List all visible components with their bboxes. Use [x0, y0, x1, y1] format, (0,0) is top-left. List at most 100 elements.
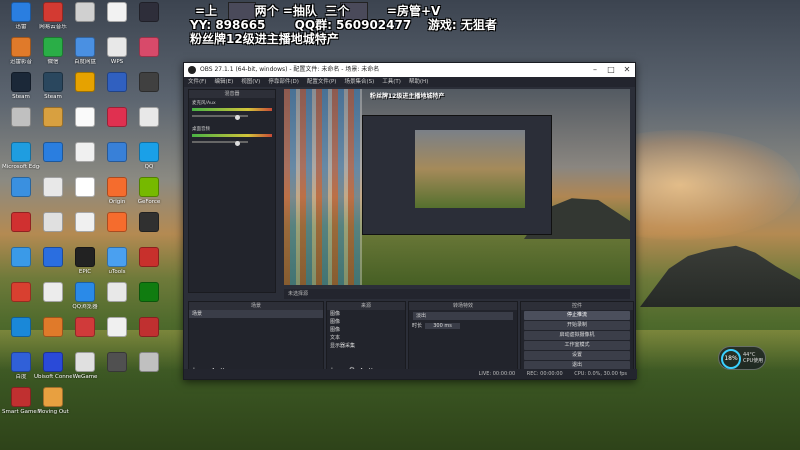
app-icon — [107, 142, 127, 162]
desktop-icon[interactable] — [130, 2, 168, 40]
duration-input[interactable]: 300 ms — [425, 323, 460, 329]
cpu-status: CPU: 0.0%, 30.00 fps — [574, 371, 627, 377]
menu-item[interactable]: 视图(V) — [241, 77, 260, 87]
desktop-icon[interactable]: Moving Out — [34, 387, 72, 425]
desktop-icon[interactable] — [130, 352, 168, 390]
obs-title-text: OBS 27.1.1 (64-bit, windows) - 配置文件: 未命名… — [200, 66, 380, 73]
slider-knob[interactable] — [235, 115, 240, 120]
obs-logo-icon — [188, 66, 196, 74]
mixer-channel[interactable]: 麦克风/Aux — [189, 98, 275, 124]
source-item[interactable]: 图像 — [327, 318, 405, 326]
studio-mode-button[interactable]: 工作室模式 — [524, 341, 630, 350]
transitions-dock: 转场特效 淡出 时长 300 ms — [408, 301, 518, 377]
app-icon — [43, 107, 63, 127]
cpu-widget[interactable]: 18% 44°C CPU使用 — [718, 346, 766, 370]
app-icon — [107, 247, 127, 267]
icon-label: GeForce — [137, 199, 161, 205]
app-icon — [75, 282, 95, 302]
app-icon — [43, 387, 63, 407]
menu-item[interactable]: 场景集合(S) — [344, 77, 374, 87]
app-icon — [107, 282, 127, 302]
desktop-icon[interactable]: GeForce — [130, 177, 168, 215]
start-recording-button[interactable]: 开始录制 — [524, 321, 630, 330]
app-icon — [139, 247, 159, 267]
app-icon — [75, 177, 95, 197]
menu-item[interactable]: 编辑(E) — [214, 77, 233, 87]
audio-mixer: 混音器 麦克风/Aux 桌面音频 — [188, 89, 276, 293]
app-icon — [107, 72, 127, 92]
volume-meter — [192, 108, 272, 111]
slider-knob[interactable] — [235, 141, 240, 146]
menu-item[interactable]: 帮助(H) — [409, 77, 428, 87]
app-icon — [43, 37, 63, 57]
virtual-camera-button[interactable]: 启动虚拟摄像机 — [524, 331, 630, 340]
app-icon — [43, 247, 63, 267]
live-timer: LIVE: 00:00:00 — [478, 371, 516, 377]
app-icon — [11, 212, 31, 232]
scenes-dock-title: 场景 — [189, 302, 323, 310]
menu-item[interactable]: 停靠部件(D) — [268, 77, 299, 87]
volume-meter — [192, 134, 272, 137]
app-icon — [11, 317, 31, 337]
stop-streaming-button[interactable]: 停止推流 — [524, 311, 630, 320]
desktop-icon[interactable] — [130, 317, 168, 355]
obs-titlebar[interactable]: OBS 27.1.1 (64-bit, windows) - 配置文件: 未命名… — [184, 63, 635, 77]
mixer-channel[interactable]: 桌面音频 — [189, 124, 275, 150]
app-icon — [139, 2, 159, 22]
app-icon — [11, 107, 31, 127]
desktop-icon[interactable] — [130, 212, 168, 250]
preview-nested-obs — [362, 115, 552, 235]
no-source-label: 未选择源 — [288, 291, 309, 297]
close-icon[interactable]: ✕ — [619, 63, 635, 77]
app-icon — [43, 177, 63, 197]
source-item[interactable]: 图像 — [327, 326, 405, 334]
transition-select[interactable]: 淡出 — [413, 312, 513, 320]
source-item[interactable]: 文本 — [327, 334, 405, 342]
source-item[interactable]: 图像 — [327, 310, 405, 318]
desktop-icon[interactable] — [130, 107, 168, 145]
settings-button[interactable]: 设置 — [524, 351, 630, 360]
stream-preview[interactable]: 粉丝牌12级进主播地城特产 — [284, 89, 630, 285]
desktop-icon[interactable] — [130, 282, 168, 320]
source-toolbar: 未选择源 — [284, 289, 630, 299]
scene-item[interactable]: 场景 — [189, 310, 323, 318]
scenes-dock: 场景 场景 +−∧∨ — [188, 301, 324, 377]
desktop-icon[interactable] — [130, 37, 168, 75]
app-icon — [11, 177, 31, 197]
app-icon — [75, 142, 95, 162]
controls-dock-title: 控件 — [521, 302, 633, 310]
obs-window[interactable]: OBS 27.1.1 (64-bit, windows) - 配置文件: 未命名… — [183, 62, 637, 380]
app-icon — [139, 212, 159, 232]
source-item[interactable]: 显示器采集 — [327, 342, 405, 350]
app-icon — [107, 107, 127, 127]
menu-item[interactable]: 文件(F) — [188, 77, 206, 87]
desktop-icon[interactable] — [130, 72, 168, 110]
desktop-icon[interactable]: QQ — [130, 142, 168, 180]
app-icon — [11, 352, 31, 372]
app-icon — [139, 37, 159, 57]
maximize-icon[interactable]: □ — [603, 63, 619, 77]
app-icon — [107, 317, 127, 337]
desktop-icon[interactable] — [130, 247, 168, 285]
mixer-title: 混音器 — [189, 90, 275, 98]
cpu-percent: 18% — [721, 349, 741, 369]
window-controls: – □ ✕ — [587, 63, 635, 77]
app-icon — [107, 352, 127, 372]
app-icon — [107, 2, 127, 22]
menu-item[interactable]: 工具(T) — [382, 77, 401, 87]
app-icon — [107, 37, 127, 57]
app-icon — [139, 142, 159, 162]
app-icon — [139, 352, 159, 372]
app-icon — [43, 142, 63, 162]
app-icon — [11, 282, 31, 302]
app-icon — [75, 107, 95, 127]
app-icon — [107, 177, 127, 197]
cpu-label: CPU使用 — [743, 358, 764, 364]
duration-label: 时长 — [412, 323, 423, 329]
minimize-icon[interactable]: – — [587, 63, 603, 77]
icon-label: Moving Out — [37, 409, 69, 415]
preview-desktop-icons — [284, 89, 362, 285]
menu-item[interactable]: 配置文件(P) — [307, 77, 337, 87]
app-icon — [43, 2, 63, 22]
app-icon — [139, 107, 159, 127]
